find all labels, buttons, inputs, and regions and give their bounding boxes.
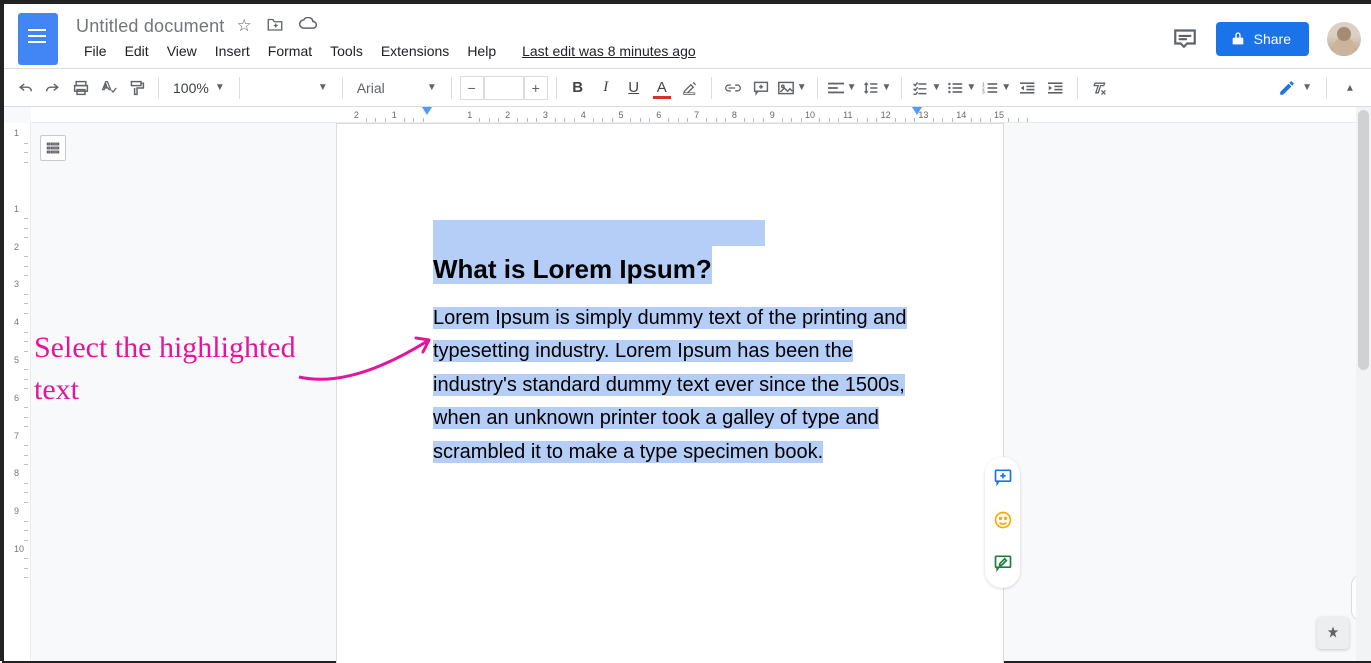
document-outline-button[interactable] bbox=[40, 135, 66, 161]
left-indent-marker[interactable] bbox=[422, 107, 432, 115]
menu-tools[interactable]: Tools bbox=[322, 39, 371, 63]
svg-text:3: 3 bbox=[982, 89, 985, 94]
redo-button[interactable] bbox=[40, 75, 66, 101]
styles-dropdown[interactable]: ▼ bbox=[248, 82, 334, 93]
insert-image-button[interactable]: ▼ bbox=[776, 81, 809, 95]
chevron-down-icon: ▼ bbox=[966, 82, 976, 93]
font-size-input[interactable] bbox=[484, 76, 524, 100]
add-comment-icon[interactable] bbox=[993, 467, 1013, 492]
document-page[interactable]: What is Lorem Ipsum? Lorem Ipsum is simp… bbox=[336, 123, 1004, 663]
chevron-down-icon: ▼ bbox=[215, 82, 225, 93]
font-size-increase[interactable]: + bbox=[524, 76, 548, 100]
toolbar: 100% ▼ ▼ Arial ▼ − + B I U A ▼ ▼ ▼ ▼ ▼ 1… bbox=[4, 68, 1371, 107]
add-comment-button[interactable] bbox=[748, 75, 774, 101]
collapse-toolbar-button[interactable]: ▼ bbox=[1337, 75, 1363, 101]
share-button[interactable]: Share bbox=[1216, 22, 1309, 56]
menu-extensions[interactable]: Extensions bbox=[373, 39, 457, 63]
workspace: 21123456789101112131415 112345678910 Wha… bbox=[4, 107, 1371, 661]
checklist-button[interactable]: ▼ bbox=[910, 81, 943, 95]
document-body-text[interactable]: Lorem Ipsum is simply dummy text of the … bbox=[433, 307, 907, 463]
horizontal-ruler[interactable]: 21123456789101112131415 bbox=[31, 107, 1356, 123]
chevron-down-icon: ▼ bbox=[931, 82, 941, 93]
scrollbar-thumb[interactable] bbox=[1358, 110, 1369, 370]
annotation-text: Select the highlighted text bbox=[34, 327, 334, 411]
right-indent-marker[interactable] bbox=[912, 107, 922, 115]
bulleted-list-button[interactable]: ▼ bbox=[945, 81, 978, 95]
suggest-edits-icon[interactable] bbox=[993, 553, 1013, 578]
menu-insert[interactable]: Insert bbox=[207, 39, 258, 63]
cloud-status-icon[interactable] bbox=[298, 16, 318, 37]
add-emoji-icon[interactable] bbox=[993, 510, 1013, 535]
document-heading[interactable]: What is Lorem Ipsum? bbox=[433, 232, 712, 284]
move-to-folder-icon[interactable] bbox=[266, 16, 284, 37]
vertical-scrollbar[interactable] bbox=[1356, 107, 1371, 661]
comment-history-icon[interactable] bbox=[1172, 24, 1198, 55]
header: Untitled document ☆ File Edit View Inser… bbox=[4, 4, 1371, 68]
explore-button[interactable] bbox=[1317, 617, 1349, 649]
chevron-down-icon: ▼ bbox=[427, 82, 437, 93]
italic-button[interactable]: I bbox=[593, 75, 619, 101]
docs-logo[interactable] bbox=[18, 13, 58, 65]
decrease-indent-button[interactable] bbox=[1015, 75, 1041, 101]
numbered-list-button[interactable]: 123▼ bbox=[980, 81, 1013, 95]
print-button[interactable] bbox=[68, 75, 94, 101]
zoom-dropdown[interactable]: 100% ▼ bbox=[167, 80, 231, 96]
menu-view[interactable]: View bbox=[159, 39, 205, 63]
undo-button[interactable] bbox=[12, 75, 38, 101]
menu-help[interactable]: Help bbox=[459, 39, 504, 63]
font-size-decrease[interactable]: − bbox=[460, 76, 484, 100]
avatar[interactable] bbox=[1327, 22, 1361, 56]
document-content[interactable]: What is Lorem Ipsum? Lorem Ipsum is simp… bbox=[433, 220, 913, 470]
insert-link-button[interactable] bbox=[720, 75, 746, 101]
chevron-down-icon: ▼ bbox=[318, 82, 328, 93]
increase-indent-button[interactable] bbox=[1043, 75, 1069, 101]
editing-mode-dropdown[interactable]: ▼ bbox=[1274, 79, 1316, 97]
line-spacing-dropdown[interactable]: ▼ bbox=[861, 81, 894, 95]
align-dropdown[interactable]: ▼ bbox=[826, 81, 859, 95]
share-button-label: Share bbox=[1254, 31, 1291, 47]
menu-format[interactable]: Format bbox=[260, 39, 320, 63]
spellcheck-button[interactable] bbox=[96, 75, 122, 101]
highlight-color-button[interactable] bbox=[677, 75, 703, 101]
title-block: Untitled document ☆ File Edit View Inser… bbox=[76, 16, 1172, 63]
vertical-ruler[interactable]: 112345678910 bbox=[4, 123, 31, 661]
menu-file[interactable]: File bbox=[76, 39, 115, 63]
bold-button[interactable]: B bbox=[565, 75, 591, 101]
chevron-down-icon: ▼ bbox=[797, 82, 807, 93]
clear-formatting-button[interactable] bbox=[1086, 75, 1112, 101]
chevron-down-icon: ▼ bbox=[1001, 82, 1011, 93]
menu-edit[interactable]: Edit bbox=[117, 39, 157, 63]
text-color-button[interactable]: A bbox=[649, 75, 675, 101]
chevron-down-icon: ▼ bbox=[1302, 82, 1312, 93]
chevron-down-icon: ▼ bbox=[847, 82, 857, 93]
font-size-group: − + bbox=[460, 76, 548, 100]
comment-actions-panel bbox=[985, 457, 1020, 588]
chevron-down-icon: ▼ bbox=[882, 82, 892, 93]
font-family-dropdown[interactable]: Arial ▼ bbox=[351, 80, 443, 96]
star-icon[interactable]: ☆ bbox=[236, 16, 251, 37]
underline-button[interactable]: U bbox=[621, 75, 647, 101]
zoom-value: 100% bbox=[173, 80, 209, 96]
paint-format-button[interactable] bbox=[124, 75, 150, 101]
doc-title[interactable]: Untitled document bbox=[76, 16, 224, 37]
font-family-value: Arial bbox=[357, 80, 385, 96]
last-edit-link[interactable]: Last edit was 8 minutes ago bbox=[514, 39, 704, 63]
menu-bar: File Edit View Insert Format Tools Exten… bbox=[76, 39, 1172, 63]
